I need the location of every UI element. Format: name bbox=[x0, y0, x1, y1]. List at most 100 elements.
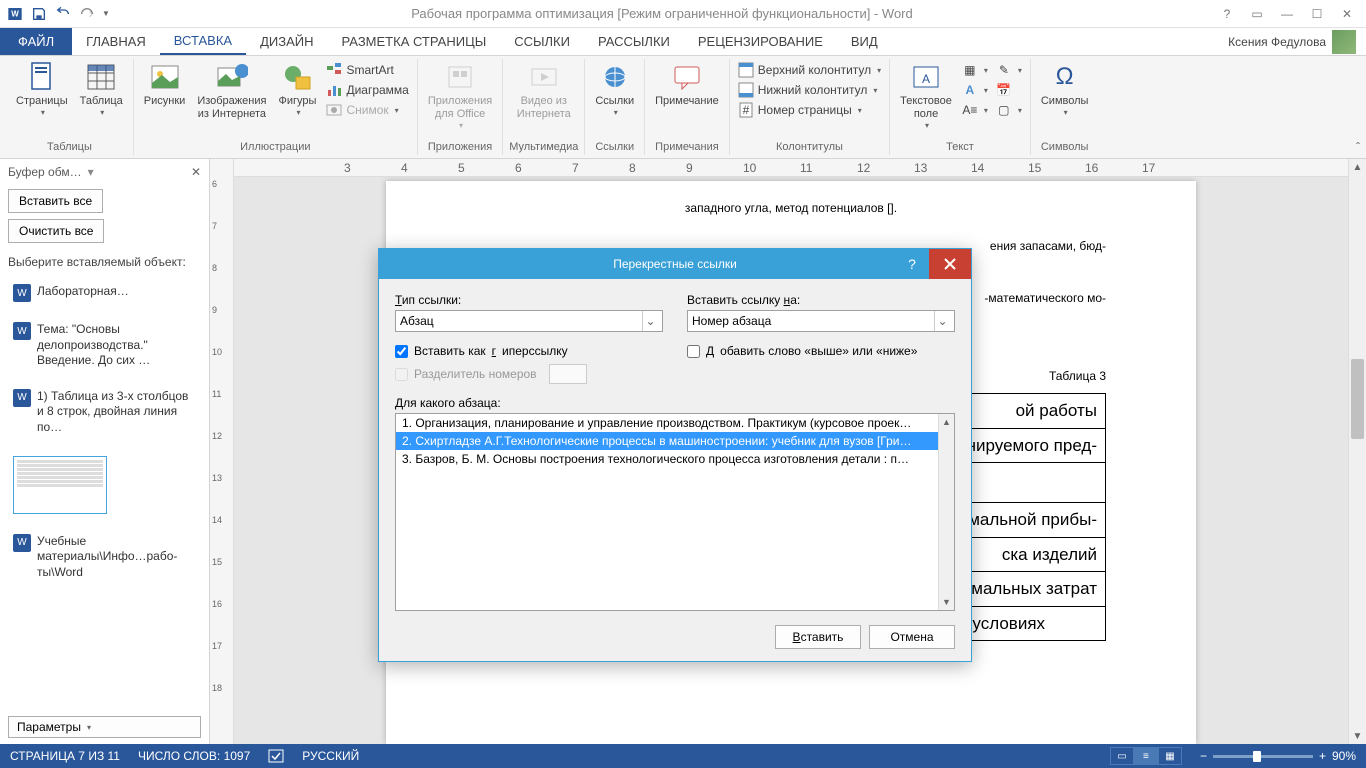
symbols-button[interactable]: ΩСимволы▾ bbox=[1037, 59, 1093, 119]
chart-button[interactable]: Диаграмма bbox=[324, 81, 410, 99]
pane-menu-icon[interactable]: ▾ bbox=[88, 165, 94, 179]
tab-review[interactable]: РЕЦЕНЗИРОВАНИЕ bbox=[684, 28, 837, 55]
scroll-down-icon[interactable]: ▼ bbox=[1349, 728, 1366, 744]
zoom-thumb[interactable] bbox=[1253, 751, 1261, 762]
above-below-checkbox[interactable]: Добавить слово «выше» или «ниже» bbox=[687, 344, 955, 358]
tab-layout[interactable]: РАЗМЕТКА СТРАНИЦЫ bbox=[328, 28, 501, 55]
clipboard-item[interactable]: WТема: "Основы делопроизводства." Введен… bbox=[8, 315, 201, 376]
textbox-button[interactable]: AТекстовое поле▾ bbox=[896, 59, 956, 132]
clipboard-item[interactable] bbox=[8, 449, 201, 521]
pane-options-button[interactable]: Параметры ▾ bbox=[8, 716, 201, 738]
pictures-button[interactable]: Рисунки bbox=[140, 59, 190, 110]
close-icon[interactable]: ✕ bbox=[1334, 4, 1360, 24]
reference-type-label: Тип ссылки: bbox=[395, 293, 663, 307]
shapes-button[interactable]: Фигуры▾ bbox=[274, 59, 320, 119]
paste-all-button[interactable]: Вставить все bbox=[8, 189, 103, 213]
document-title: Рабочая программа оптимизация [Режим огр… bbox=[110, 6, 1214, 21]
online-pictures-button[interactable]: Изображения из Интернета bbox=[193, 59, 270, 123]
qat-dropdown-icon[interactable]: ▼ bbox=[102, 9, 110, 18]
quickparts-icon[interactable]: ▦▾ bbox=[960, 61, 990, 79]
page-indicator[interactable]: СТРАНИЦА 7 ИЗ 11 bbox=[10, 749, 120, 763]
reference-type-select[interactable]: Абзац⌄ bbox=[395, 310, 663, 332]
clipboard-item[interactable]: WЛабораторная… bbox=[8, 277, 201, 309]
hyperlink-checkbox[interactable]: Вставить как гиперссылку bbox=[395, 344, 663, 358]
cancel-button[interactable]: Отмена bbox=[869, 625, 955, 649]
scroll-up-icon[interactable]: ▲ bbox=[939, 414, 954, 430]
collapse-ribbon-icon[interactable]: ˆ bbox=[1356, 140, 1360, 154]
tab-design[interactable]: ДИЗАЙН bbox=[246, 28, 327, 55]
clear-all-button[interactable]: Очистить все bbox=[8, 219, 104, 243]
tab-references[interactable]: ССЫЛКИ bbox=[500, 28, 584, 55]
clipboard-item[interactable]: WУчебные материалы\Инфо…рабо-ты\Word bbox=[8, 527, 201, 588]
wordart-icon[interactable]: A▾ bbox=[960, 81, 990, 99]
file-tab[interactable]: ФАЙЛ bbox=[0, 28, 72, 55]
ribbon-display-icon[interactable]: ▭ bbox=[1244, 4, 1270, 24]
print-layout-icon[interactable]: ≡ bbox=[1134, 747, 1158, 765]
zoom-out-icon[interactable]: − bbox=[1200, 749, 1207, 763]
read-mode-icon[interactable]: ▭ bbox=[1110, 747, 1134, 765]
tab-home[interactable]: ГЛАВНАЯ bbox=[72, 28, 160, 55]
save-icon[interactable] bbox=[28, 3, 50, 25]
user-account[interactable]: Ксения Федулова bbox=[1228, 28, 1366, 55]
smartart-button[interactable]: SmartArt bbox=[324, 61, 410, 79]
minimize-icon[interactable]: — bbox=[1274, 4, 1300, 24]
screenshot-button[interactable]: Снимок▾ bbox=[324, 101, 410, 119]
pages-button[interactable]: Страницы▾ bbox=[12, 59, 72, 119]
pane-close-icon[interactable]: ✕ bbox=[191, 165, 201, 179]
web-layout-icon[interactable]: ▦ bbox=[1158, 747, 1182, 765]
zoom-level[interactable]: 90% bbox=[1332, 749, 1356, 763]
signature-icon[interactable]: ✎▾ bbox=[994, 61, 1024, 79]
scroll-down-icon[interactable]: ▼ bbox=[939, 594, 954, 610]
links-button[interactable]: Ссылки▾ bbox=[591, 59, 638, 119]
undo-icon[interactable] bbox=[52, 3, 74, 25]
table-button[interactable]: Таблица▾ bbox=[76, 59, 127, 119]
insert-reference-to-select[interactable]: Номер абзаца⌄ bbox=[687, 310, 955, 332]
word-doc-icon: W bbox=[13, 534, 31, 552]
vertical-ruler[interactable]: 6789101112131415161718 bbox=[210, 159, 234, 744]
word-count[interactable]: ЧИСЛО СЛОВ: 1097 bbox=[138, 749, 250, 763]
object-icon[interactable]: ▢▾ bbox=[994, 101, 1024, 119]
footer-button[interactable]: Нижний колонтитул▾ bbox=[736, 81, 883, 99]
zoom-slider[interactable] bbox=[1213, 755, 1313, 758]
tab-mailings[interactable]: РАССЫЛКИ bbox=[584, 28, 684, 55]
office-apps-button[interactable]: Приложения для Office▾ bbox=[424, 59, 496, 132]
list-scrollbar[interactable]: ▲▼ bbox=[938, 414, 954, 610]
redo-icon[interactable] bbox=[76, 3, 98, 25]
dialog-titlebar[interactable]: Перекрестные ссылки ? bbox=[379, 249, 971, 279]
maximize-icon[interactable]: ☐ bbox=[1304, 4, 1330, 24]
zoom-in-icon[interactable]: + bbox=[1319, 749, 1326, 763]
svg-text:W: W bbox=[11, 9, 19, 18]
list-item[interactable]: 3. Базров, Б. М. Основы построения техно… bbox=[396, 450, 954, 468]
proofing-icon[interactable] bbox=[268, 748, 284, 764]
doc-text: западного угла, метод потенциалов []. bbox=[476, 199, 1106, 217]
tab-view[interactable]: ВИД bbox=[837, 28, 892, 55]
title-bar: W ▼ Рабочая программа оптимизация [Режим… bbox=[0, 0, 1366, 28]
word-icon: W bbox=[4, 3, 26, 25]
insert-button[interactable]: Вставить bbox=[775, 625, 861, 649]
ribbon-group-tables: Страницы▾ Таблица▾ Таблицы bbox=[6, 59, 134, 155]
header-button[interactable]: Верхний колонтитул▾ bbox=[736, 61, 883, 79]
paragraph-list[interactable]: 1. Организация, планирование и управлени… bbox=[395, 413, 955, 611]
scroll-up-icon[interactable]: ▲ bbox=[1349, 159, 1366, 175]
vertical-scrollbar[interactable]: ▲ ▼ bbox=[1348, 159, 1366, 744]
list-item[interactable]: 1. Организация, планирование и управлени… bbox=[396, 414, 954, 432]
comment-button[interactable]: Примечание bbox=[651, 59, 723, 110]
list-item[interactable]: 2. Схиртладзе А.Г.Технологические процес… bbox=[396, 432, 954, 450]
dialog-help-icon[interactable]: ? bbox=[895, 249, 929, 279]
page-number-button[interactable]: #Номер страницы▾ bbox=[736, 101, 883, 119]
scroll-thumb[interactable] bbox=[1351, 359, 1364, 439]
ribbon-group-links: Ссылки▾ Ссылки bbox=[585, 59, 645, 155]
language-indicator[interactable]: РУССКИЙ bbox=[302, 749, 359, 763]
dialog-close-icon[interactable] bbox=[929, 249, 971, 279]
clipboard-item[interactable]: W1) Таблица из 3-х столбцов и 8 строк, д… bbox=[8, 382, 201, 443]
online-video-button[interactable]: Видео из Интернета bbox=[513, 59, 575, 123]
ribbon-help-icon[interactable]: ? bbox=[1214, 4, 1240, 24]
cross-reference-dialog: Перекрестные ссылки ? Тип ссылки: Абзац⌄… bbox=[378, 248, 972, 662]
datetime-icon[interactable]: 📅 bbox=[994, 81, 1024, 99]
tab-insert[interactable]: ВСТАВКА bbox=[160, 28, 246, 55]
dropcap-icon[interactable]: A≡▾ bbox=[960, 101, 990, 119]
horizontal-ruler[interactable]: 34567891011121314151617 bbox=[234, 159, 1348, 177]
separator-input bbox=[549, 364, 587, 384]
ribbon-group-headerfooter: Верхний колонтитул▾ Нижний колонтитул▾ #… bbox=[730, 59, 890, 155]
clipboard-thumbnail bbox=[13, 456, 107, 514]
